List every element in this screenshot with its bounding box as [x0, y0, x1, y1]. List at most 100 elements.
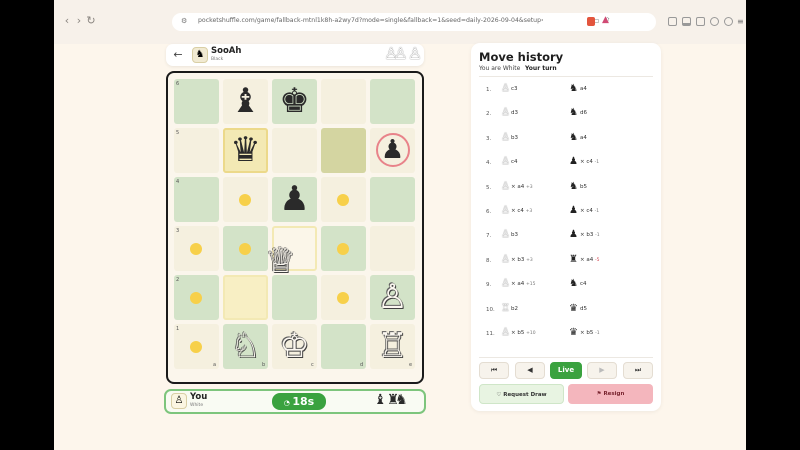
move-row[interactable]: 10. ♖ b2 ♛ d5: [479, 300, 653, 322]
square-d6[interactable]: [321, 79, 366, 124]
resign-label: Resign: [603, 391, 625, 397]
move-row[interactable]: 3. ♙ b3 ♞ a4: [479, 129, 653, 151]
black-move[interactable]: a4: [580, 86, 587, 92]
download-icon[interactable]: [682, 17, 691, 26]
shield-extension-icon[interactable]: [587, 17, 595, 26]
square-a5[interactable]: [174, 128, 219, 173]
last-move-button[interactable]: ⏭: [623, 362, 653, 379]
black-move[interactable]: × c4 -1: [580, 159, 599, 165]
move-row[interactable]: 1. ♙ c3 ♞ a4: [479, 80, 653, 102]
black-pawn-icon: ♟: [569, 205, 578, 216]
black-move-delta: -1: [595, 233, 600, 239]
black-move[interactable]: c4: [580, 281, 587, 287]
legal-move-dot[interactable]: [190, 292, 202, 304]
player-timer: ◔ 18s: [272, 393, 326, 410]
reload-icon[interactable]: ↻: [84, 14, 98, 28]
white-knight-icon[interactable]: ♘: [223, 324, 268, 369]
white-move[interactable]: b3: [511, 232, 518, 238]
move-row[interactable]: 5. ♙ × a4 +3 ♞ b5: [479, 178, 653, 200]
white-rook-icon[interactable]: ♖: [370, 324, 415, 369]
legal-move-dot[interactable]: [337, 194, 349, 206]
white-queen-icon[interactable]: ♕: [258, 239, 303, 284]
white-move[interactable]: × a4 +3: [511, 184, 533, 190]
black-move[interactable]: a4: [580, 135, 587, 141]
white-move[interactable]: × b3 +3: [511, 257, 533, 263]
black-move[interactable]: × b5 -1: [580, 330, 600, 336]
square-e4[interactable]: [370, 177, 415, 222]
legal-move-dot[interactable]: [239, 243, 251, 255]
legal-move-dot[interactable]: [337, 243, 349, 255]
opponent-card: ← ♞ SooAh Black ♙♙♙: [166, 44, 424, 66]
resign-button[interactable]: ⚑ Resign: [568, 384, 653, 404]
black-move[interactable]: × b3 -1: [580, 232, 600, 238]
back-arrow-icon[interactable]: ←: [172, 49, 184, 61]
black-queen-icon[interactable]: ♛: [223, 128, 268, 173]
white-move-text: × b3: [511, 256, 525, 263]
black-move[interactable]: b5: [580, 184, 587, 190]
black-knight-icon: ♞: [569, 180, 578, 192]
black-move[interactable]: × a4 -5: [580, 257, 599, 263]
white-move[interactable]: c4: [511, 159, 518, 165]
white-move[interactable]: d3: [511, 110, 518, 116]
square-e6[interactable]: [370, 79, 415, 124]
move-number: 9.: [486, 282, 492, 289]
square-d5[interactable]: [321, 128, 366, 173]
black-move[interactable]: d5: [580, 306, 587, 312]
opponent-avatar: ♞: [192, 47, 208, 63]
reader-icon[interactable]: [696, 17, 705, 26]
rewards-extension-icon[interactable]: ▲: [602, 15, 609, 25]
white-move[interactable]: b3: [511, 135, 518, 141]
rank-label: 5: [176, 130, 180, 136]
black-move[interactable]: d6: [580, 110, 587, 116]
legal-move-dot[interactable]: [190, 243, 202, 255]
square-a4[interactable]: [174, 177, 219, 222]
black-move-text: b5: [580, 183, 587, 190]
move-row[interactable]: 11. ♙ × b5 +10 ♛ × b5 -1: [479, 324, 653, 346]
previous-move-button[interactable]: ◀: [515, 362, 545, 379]
move-number: 4.: [486, 160, 492, 167]
black-bishop-icon[interactable]: ♝: [223, 79, 268, 124]
white-move[interactable]: b2: [511, 306, 518, 312]
live-button[interactable]: Live: [550, 362, 582, 379]
player-side-text: You are White: [479, 65, 521, 72]
move-row[interactable]: 6. ♙ × c4 +3 ♟ × c4 -1: [479, 202, 653, 224]
chess-board[interactable]: 6 5 4 3 2 1 a b c d e ♝ ♚ ♛ ♟ ♟ ♕ ♙ ♘ ♔ …: [166, 71, 424, 384]
white-king-icon[interactable]: ♔: [272, 324, 317, 369]
square-e3[interactable]: [370, 226, 415, 271]
white-move[interactable]: × c4 +3: [511, 208, 532, 214]
first-move-button[interactable]: ⏮: [479, 362, 509, 379]
next-move-button[interactable]: ▶: [587, 362, 617, 379]
request-draw-label: Request Draw: [503, 392, 547, 398]
white-move[interactable]: × b5 +10: [511, 330, 536, 336]
move-row[interactable]: 4. ♙ c4 ♟ × c4 -1: [479, 153, 653, 175]
black-king-icon[interactable]: ♚: [272, 79, 317, 124]
legal-move-dot[interactable]: [337, 292, 349, 304]
move-row[interactable]: 2. ♙ d3 ♞ d6: [479, 104, 653, 126]
black-move-delta: -1: [594, 209, 600, 214]
square-a6[interactable]: [174, 79, 219, 124]
settings-icon[interactable]: [724, 17, 733, 26]
white-move[interactable]: c3: [511, 86, 518, 92]
site-settings-icon[interactable]: ⚙: [181, 17, 187, 25]
white-pawn-icon[interactable]: ♙: [370, 275, 415, 320]
wallet-icon[interactable]: [710, 17, 719, 26]
black-move[interactable]: × c4 -1: [580, 208, 599, 214]
black-knight-icon: ♞: [569, 83, 578, 94]
move-row[interactable]: 9. ♙ × a4 +15 ♞ c4: [479, 275, 653, 297]
black-pawn-icon[interactable]: ♟: [370, 128, 415, 173]
white-move[interactable]: × a4 +15: [511, 281, 535, 287]
menu-icon[interactable]: ≡: [737, 17, 746, 26]
black-rook-icon: ♜: [569, 253, 578, 265]
legal-move-dot[interactable]: [190, 341, 202, 353]
move-row[interactable]: 8. ♙ × b3 +3 ♜ × a4 -5: [479, 251, 653, 273]
legal-move-dot[interactable]: [239, 194, 251, 206]
square-c5[interactable]: [272, 128, 317, 173]
turn-indicator: Your turn: [525, 65, 557, 72]
request-draw-button[interactable]: ♡ Request Draw: [479, 384, 564, 404]
move-row[interactable]: 7. ♙ b3 ♟ × b3 -1: [479, 226, 653, 248]
address-bar[interactable]: ⚙ pocketshuffle.com/game/fallback-mtnl1k…: [172, 13, 656, 31]
browser-window: ‹ › ↻ ⊓ ⚙ pocketshuffle.com/game/fallbac…: [54, 0, 746, 450]
sidebar-toggle-icon[interactable]: [668, 17, 677, 26]
white-pawn-icon: ♙: [501, 107, 510, 119]
black-pawn-icon[interactable]: ♟: [272, 177, 317, 222]
